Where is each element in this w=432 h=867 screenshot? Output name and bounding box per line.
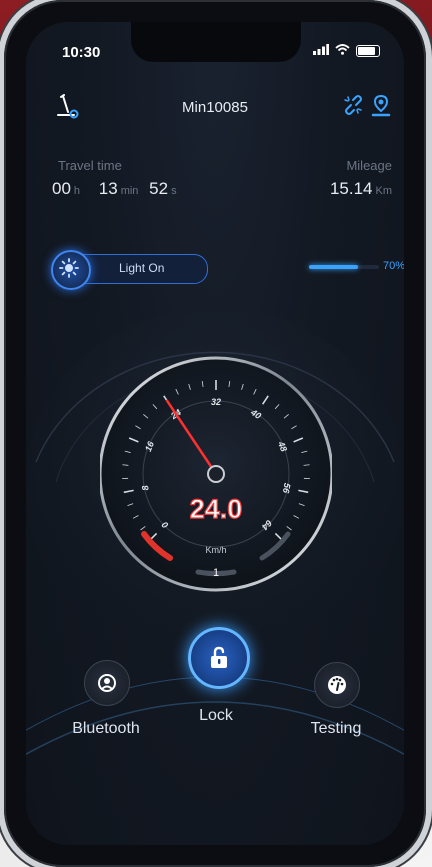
mileage-value-group: 15.14 Km (330, 179, 392, 199)
speed-gauge: 0816243240485664 24.0 Km/h 1 (100, 356, 332, 592)
travel-time-value: 00 h 13 min 52 s (52, 179, 183, 199)
testing-label: Testing (310, 720, 362, 737)
testing-button[interactable] (314, 662, 360, 708)
battery-level-fill (309, 265, 358, 269)
speed-unit: Km/h (205, 545, 226, 555)
status-time: 10:30 (62, 44, 101, 61)
sun-icon (59, 258, 79, 278)
lock-label: Lock (199, 707, 233, 724)
signal-icon (313, 44, 329, 58)
battery-percent: 70% (383, 260, 404, 272)
battery-status-icon (356, 45, 380, 57)
unlock-icon (211, 646, 227, 668)
seconds-unit: s (171, 185, 177, 197)
light-toggle-button[interactable]: Light On (51, 250, 208, 290)
unlink-icon[interactable] (342, 94, 364, 121)
phone-frame: 10:30 Min10085 Travel time 00 h 13 min 5… (4, 0, 426, 867)
travel-minutes: 13 (98, 179, 118, 198)
mileage-value: 15.14 (329, 179, 373, 198)
minutes-unit: min (120, 185, 139, 197)
travel-hours: 00 (52, 179, 71, 198)
notch (131, 22, 301, 62)
wifi-icon (335, 44, 350, 58)
needle-hub (207, 465, 225, 483)
gear-indicator: 1 (213, 567, 219, 579)
bluetooth-label: Bluetooth (72, 720, 140, 737)
status-icons (313, 44, 380, 58)
speed-readout: 24.0 (190, 494, 243, 524)
app-screen: 10:30 Min10085 Travel time 00 h 13 min 5… (26, 22, 404, 845)
light-icon-badge (51, 250, 91, 290)
travel-seconds: 52 (149, 179, 169, 198)
hours-unit: h (73, 185, 81, 197)
bluetooth-icon (98, 674, 116, 692)
light-toggle-label: Light On (119, 261, 165, 275)
gauge-test-icon (328, 676, 346, 694)
battery-level-bar (309, 265, 379, 269)
bluetooth-button[interactable] (84, 660, 130, 706)
lock-button[interactable] (188, 627, 250, 689)
gauge-tick-label: 32 (211, 397, 221, 407)
mileage-unit: Km (375, 185, 393, 197)
travel-time-label: Travel time (58, 158, 122, 173)
mileage-label: Mileage (346, 158, 392, 173)
location-icon[interactable] (370, 94, 392, 123)
